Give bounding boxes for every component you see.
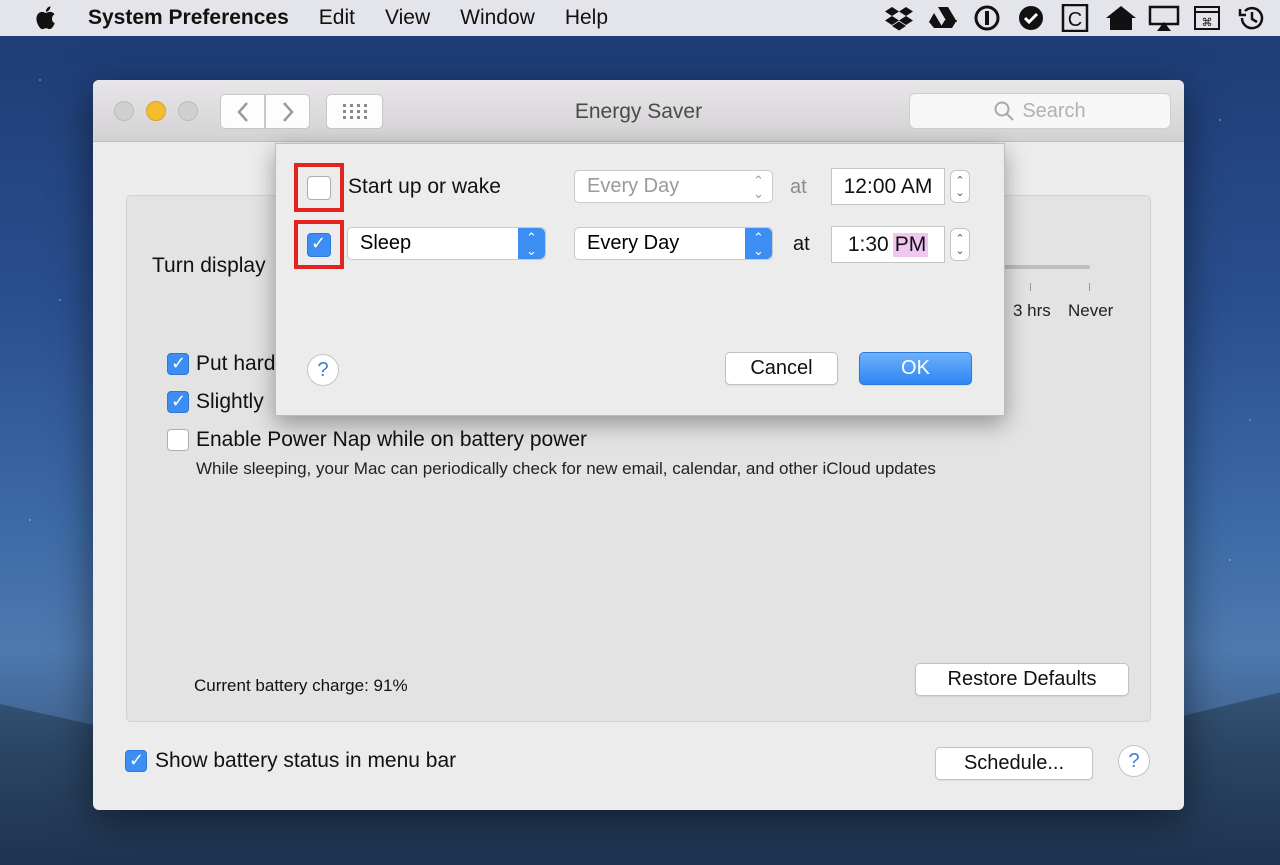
checkmark-circle-icon[interactable] xyxy=(1016,4,1046,32)
stepper-down-icon: ⌄ xyxy=(955,244,965,257)
start-up-wake-checkbox[interactable] xyxy=(307,176,331,200)
restore-defaults-button[interactable]: Restore Defaults xyxy=(915,663,1129,696)
slider-label-never: Never xyxy=(1068,301,1114,320)
time-machine-icon[interactable] xyxy=(1236,4,1266,32)
sleep-action-value: Sleep xyxy=(360,232,412,254)
put-hard-disks-checkbox[interactable] xyxy=(167,353,189,375)
sleep-ampm-value[interactable]: PM xyxy=(892,232,929,257)
sleep-day-popup[interactable]: Every Day ⌃ ⌄ xyxy=(574,227,773,260)
stepper-down-icon: ⌄ xyxy=(955,186,965,199)
sleep-checkbox[interactable] xyxy=(307,233,331,257)
sleep-time-stepper[interactable]: ⌃ ⌄ xyxy=(950,228,970,261)
title-bar: Energy Saver Search xyxy=(93,80,1184,142)
menu-bar: System Preferences Edit View Window Help… xyxy=(0,0,1280,36)
search-icon xyxy=(994,101,1015,121)
menu-view[interactable]: View xyxy=(385,6,430,30)
cancel-button[interactable]: Cancel xyxy=(725,352,838,385)
svg-text:⌘: ⌘ xyxy=(1202,16,1213,29)
c-box-icon[interactable]: C xyxy=(1060,3,1090,33)
slightly-dim-checkbox[interactable] xyxy=(167,391,189,413)
google-drive-icon[interactable] xyxy=(928,4,958,32)
wake-day-value: Every Day xyxy=(587,175,680,197)
sleep-at-label: at xyxy=(793,233,810,255)
menu-edit[interactable]: Edit xyxy=(319,6,355,30)
wake-day-popup[interactable]: Every Day ⌃ ⌄ xyxy=(574,170,773,203)
sleep-day-value: Every Day xyxy=(587,232,680,254)
airplay-icon[interactable] xyxy=(1148,4,1180,32)
sleep-time-value: 1:30 xyxy=(847,232,889,256)
up-down-arrows-icon: ⌃ ⌄ xyxy=(518,228,545,259)
power-nap-label: Enable Power Nap while on battery power xyxy=(196,428,588,451)
home-icon[interactable] xyxy=(1104,4,1136,32)
slider-label-3hrs: 3 hrs xyxy=(1013,301,1051,320)
up-down-arrows-icon: ⌃ ⌄ xyxy=(753,172,764,201)
slider-tick xyxy=(1089,283,1090,291)
sleep-action-popup[interactable]: Sleep ⌃ ⌄ xyxy=(347,227,546,260)
menu-window[interactable]: Window xyxy=(460,6,535,30)
menu-app-name[interactable]: System Preferences xyxy=(88,6,289,30)
up-down-arrows-icon: ⌃ ⌄ xyxy=(745,228,772,259)
wake-time-stepper[interactable]: ⌃ ⌄ xyxy=(950,170,970,203)
schedule-button[interactable]: Schedule... xyxy=(935,747,1093,780)
sleep-time-field[interactable]: 1:30 PM xyxy=(831,226,945,263)
keyboard-viewer-icon[interactable]: ⌘ xyxy=(1192,4,1222,32)
search-placeholder: Search xyxy=(1022,99,1086,122)
help-button[interactable]: ? xyxy=(1118,745,1150,777)
power-nap-description: While sleeping, your Mac can periodicall… xyxy=(196,459,936,478)
dropbox-icon[interactable] xyxy=(884,4,914,32)
battery-charge-text: Current battery charge: 91% xyxy=(194,676,408,695)
show-battery-status-checkbox[interactable] xyxy=(125,750,147,772)
search-field[interactable]: Search xyxy=(909,93,1171,129)
stepper-up-icon: ⌃ xyxy=(955,232,965,245)
slider-tick xyxy=(1030,283,1031,291)
wake-at-label: at xyxy=(790,176,807,198)
put-hard-disks-label: Put hard xyxy=(196,352,276,375)
svg-text:C: C xyxy=(1068,9,1082,31)
menu-extras: C ⌘ xyxy=(884,3,1266,33)
wake-time-value: 12:00 AM xyxy=(843,174,933,198)
menu-help[interactable]: Help xyxy=(565,6,608,30)
show-battery-status-label: Show battery status in menu bar xyxy=(155,749,457,772)
stepper-up-icon: ⌃ xyxy=(955,174,965,187)
power-nap-checkbox[interactable] xyxy=(167,429,189,451)
slightly-dim-label: Slightly xyxy=(196,390,264,413)
1password-icon[interactable] xyxy=(972,4,1002,32)
sheet-help-button[interactable]: ? xyxy=(307,354,339,386)
turn-display-label: Turn display xyxy=(152,254,266,277)
display-sleep-slider[interactable] xyxy=(998,265,1090,269)
start-up-wake-label: Start up or wake xyxy=(348,175,501,198)
apple-icon[interactable] xyxy=(34,6,56,30)
ok-button[interactable]: OK xyxy=(859,352,972,385)
schedule-sheet: Start up or wake Every Day ⌃ ⌄ at 12:00 A… xyxy=(275,143,1005,416)
wake-time-field[interactable]: 12:00 AM xyxy=(831,168,945,205)
